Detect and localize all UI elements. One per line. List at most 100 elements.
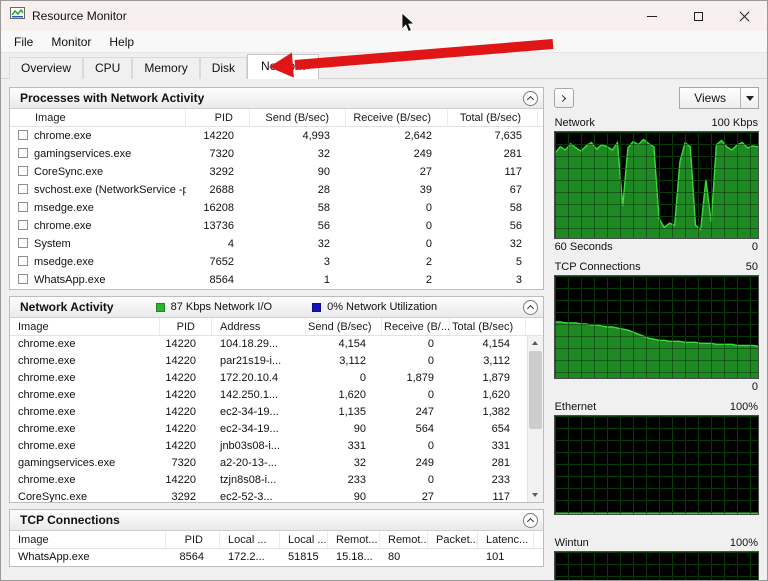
scroll-down-button[interactable] (528, 488, 543, 502)
tab-cpu[interactable]: CPU (83, 57, 133, 79)
row-checkbox[interactable] (18, 166, 28, 176)
graph-zero-label: 0 (751, 381, 758, 393)
column-header[interactable]: Remot... (328, 531, 380, 548)
column-header[interactable]: Address (212, 318, 306, 335)
table-row[interactable]: msedge.exe 16208 58 0 58 (10, 199, 543, 217)
table-cell: 0 (427, 474, 434, 486)
maximize-button[interactable] (675, 1, 721, 31)
table-header-row: Image PID Send (B/sec) Receive (B/sec) Total… (10, 109, 543, 127)
menu-help[interactable]: Help (100, 32, 143, 52)
views-button[interactable]: Views (679, 87, 759, 109)
processes-panel-header[interactable]: Processes with Network Activity (10, 88, 543, 109)
vertical-scrollbar[interactable] (526, 336, 543, 502)
table-row[interactable]: svchost.exe (NetworkService -p) 2688 28 39 6… (10, 181, 543, 199)
views-dropdown[interactable] (740, 88, 758, 108)
minimize-button[interactable] (629, 1, 675, 31)
column-header[interactable]: Local ... (280, 531, 328, 548)
table-cell: 8564 (209, 274, 234, 286)
table-row[interactable]: WhatsApp.exe 8564 1 2 3 (10, 271, 543, 289)
close-button[interactable] (721, 1, 767, 31)
table-cell: CoreSync.exe (10, 163, 186, 181)
column-header[interactable]: Total (B/sec) (450, 318, 526, 335)
table-row[interactable]: chrome.exe 13736 56 0 56 (10, 217, 543, 235)
menu-file[interactable]: File (5, 32, 42, 52)
tab-memory[interactable]: Memory (132, 57, 200, 79)
table-cell: chrome.exe (18, 355, 76, 367)
column-header[interactable]: Latenc... (478, 531, 534, 548)
row-checkbox[interactable] (18, 148, 28, 158)
row-checkbox[interactable] (18, 256, 28, 266)
collapse-panel-button[interactable] (522, 299, 538, 315)
row-checkbox[interactable] (18, 202, 28, 212)
table-cell: 58 (509, 202, 522, 214)
titlebar[interactable]: Resource Monitor (1, 1, 767, 31)
table-row[interactable]: CoreSync.exe 3292 ec2-52-3... 90 27 117 (10, 489, 543, 502)
table-row[interactable]: chrome.exe 14220 ec2-34-19... 90 564 654 (10, 421, 543, 438)
row-checkbox[interactable] (18, 184, 28, 194)
column-header[interactable]: Receive (B/sec) (346, 109, 448, 126)
table-cell: chrome.exe (18, 389, 76, 401)
table-cell: 3,112 (339, 355, 366, 367)
panel-title: TCP Connections (20, 513, 120, 527)
graph-title: Network (554, 117, 595, 129)
menu-monitor[interactable]: Monitor (42, 32, 100, 52)
column-header[interactable]: Image (10, 109, 186, 126)
table-row[interactable]: gamingservices.exe 7320 32 249 281 (10, 145, 543, 163)
tab-disk[interactable]: Disk (199, 57, 248, 79)
table-cell: 39 (419, 184, 432, 196)
table-cell: chrome.exe (18, 338, 76, 350)
collapse-sidebar-button[interactable] (553, 88, 574, 108)
table-cell: 2 (425, 256, 432, 268)
table-row[interactable]: chrome.exe 14220 tzjn8s08-i... 233 0 233 (10, 472, 543, 489)
table-row[interactable]: gamingservices.exe 7320 a2-20-13-... 32 249 2… (10, 455, 543, 472)
table-cell: 4 (227, 238, 234, 250)
graph-title: Ethernet (554, 401, 597, 413)
views-label: Views (694, 91, 726, 105)
column-header[interactable]: Send (B/sec) (250, 109, 346, 126)
row-checkbox[interactable] (18, 130, 28, 140)
collapse-panel-button[interactable] (522, 512, 538, 528)
table-cell: 331 (347, 440, 366, 452)
table-row[interactable]: System 4 32 0 32 (10, 235, 543, 253)
graph-scale-label: 100% (729, 537, 758, 549)
column-header[interactable]: Receive (B/... (382, 318, 450, 335)
column-header[interactable]: Image (10, 318, 160, 335)
tcp-panel-header[interactable]: TCP Connections (10, 510, 543, 531)
row-checkbox[interactable] (18, 238, 28, 248)
tab-network[interactable]: Network (247, 54, 320, 79)
table-cell: 80 (388, 551, 401, 563)
table-row[interactable]: WhatsApp.exe 8564 172.2... 51815 15.18... 80 1… (10, 549, 543, 566)
tab-overview[interactable]: Overview (9, 57, 84, 79)
table-row[interactable]: chrome.exe 14220 ec2-34-19... 1,135 247 1,382 (10, 404, 543, 421)
column-header[interactable]: Local ... (220, 531, 280, 548)
table-row[interactable]: chrome.exe 14220 jnb03s08-i... 331 0 331 (10, 438, 543, 455)
table-header-row: Image PID Address Send (B/sec) Receive (B/..… (10, 318, 543, 336)
row-checkbox[interactable] (18, 220, 28, 230)
scrollbar-thumb[interactable] (528, 351, 542, 429)
table-row[interactable]: CoreSync.exe 3292 90 27 117 (10, 163, 543, 181)
network-activity-panel-header[interactable]: Network Activity 87 Kbps Network I/O 0% … (10, 297, 543, 318)
graph-title: Wintun (554, 537, 589, 549)
column-header[interactable]: Packet... (428, 531, 478, 548)
table-row[interactable]: chrome.exe 14220 142.250.1... 1,620 0 1,620 (10, 387, 543, 404)
table-row[interactable]: chrome.exe 14220 par21s19-i... 3,112 0 3,112 (10, 353, 543, 370)
table-row[interactable]: msedge.exe 7652 3 2 5 (10, 253, 543, 271)
table-cell: a2-20-13-... (220, 457, 277, 469)
column-header[interactable]: PID (160, 318, 212, 335)
column-header[interactable]: Send (B/sec) (306, 318, 382, 335)
column-header[interactable]: PID (166, 531, 220, 548)
table-row[interactable]: chrome.exe 14220 104.18.29... 4,154 0 4,154 (10, 336, 543, 353)
table-cell: 90 (353, 423, 366, 435)
table-cell: 14220 (165, 423, 196, 435)
table-cell: CoreSync.exe (18, 491, 88, 502)
table-row[interactable]: chrome.exe 14220 172.20.10.4 0 1,879 1,879 (10, 370, 543, 387)
table-header-row: Image PID Local ... Local ... Remot... Remot.… (10, 531, 543, 549)
column-header[interactable]: Remot... (380, 531, 428, 548)
scroll-up-button[interactable] (528, 336, 543, 350)
column-header[interactable]: Image (10, 531, 166, 548)
row-checkbox[interactable] (18, 274, 28, 284)
column-header[interactable]: Total (B/sec) (448, 109, 538, 126)
collapse-panel-button[interactable] (522, 90, 538, 106)
table-row[interactable]: chrome.exe 14220 4,993 2,642 7,635 (10, 127, 543, 145)
column-header[interactable]: PID (186, 109, 250, 126)
